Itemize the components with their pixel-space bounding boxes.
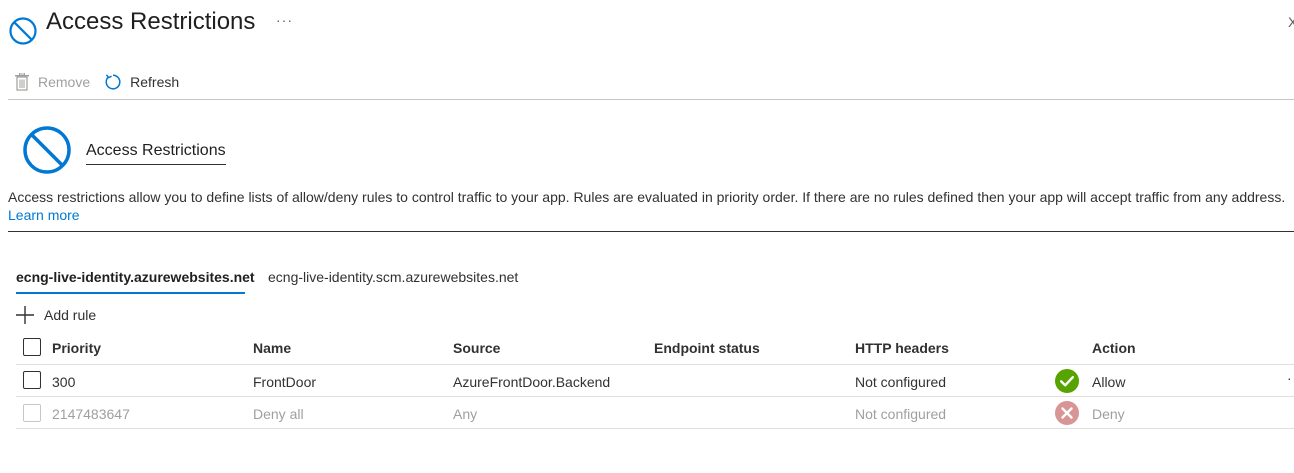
row-divider bbox=[16, 396, 1294, 397]
column-header-http-headers[interactable]: HTTP headers bbox=[855, 340, 949, 356]
column-header-priority[interactable]: Priority bbox=[52, 340, 101, 356]
refresh-icon bbox=[105, 74, 121, 90]
cell-action: Deny bbox=[1092, 406, 1125, 422]
cell-priority: 2147483647 bbox=[52, 406, 130, 422]
row-divider bbox=[16, 428, 1294, 429]
column-header-action[interactable]: Action bbox=[1092, 340, 1136, 356]
tab-scm-site[interactable]: ecng-live-identity.scm.azurewebsites.net bbox=[268, 269, 518, 285]
row-checkbox[interactable] bbox=[23, 371, 41, 389]
cell-name: FrontDoor bbox=[253, 374, 317, 390]
column-header-name[interactable]: Name bbox=[253, 340, 291, 356]
blocked-icon bbox=[9, 17, 37, 45]
cell-source: Any bbox=[453, 406, 478, 422]
column-header-endpoint-status[interactable]: Endpoint status bbox=[654, 340, 760, 356]
page-title: Access Restrictions bbox=[46, 8, 256, 35]
x-circle-icon bbox=[1055, 401, 1079, 425]
remove-button[interactable]: Remove bbox=[14, 73, 90, 91]
cell-source: AzureFrontDoor.Backend bbox=[453, 374, 611, 390]
section-title: Access Restrictions bbox=[86, 142, 226, 165]
cell-action: Allow bbox=[1092, 374, 1126, 390]
learn-more-link[interactable]: Learn more bbox=[8, 207, 80, 223]
blocked-icon bbox=[23, 126, 71, 174]
cell-http-headers: Not configured bbox=[855, 374, 947, 390]
remove-label: Remove bbox=[38, 74, 91, 90]
refresh-label: Refresh bbox=[130, 74, 180, 90]
add-rule-button[interactable]: Add rule bbox=[16, 306, 96, 324]
close-button[interactable]: X bbox=[1288, 14, 1294, 30]
trash-icon bbox=[15, 73, 29, 91]
more-options-button[interactable]: ··· bbox=[276, 12, 293, 28]
row-checkbox bbox=[23, 404, 41, 422]
select-all-checkbox[interactable] bbox=[23, 338, 41, 356]
tab-main-site[interactable]: ecng-live-identity.azurewebsites.net bbox=[16, 269, 255, 285]
command-bar: Remove Refresh bbox=[14, 70, 193, 94]
active-tab-indicator bbox=[16, 292, 245, 294]
add-rule-label: Add rule bbox=[44, 307, 97, 323]
plus-icon bbox=[16, 306, 34, 324]
cell-name: Deny all bbox=[253, 406, 304, 422]
refresh-button[interactable]: Refresh bbox=[104, 73, 179, 91]
section-description: Access restrictions allow you to define … bbox=[8, 189, 1286, 205]
section-divider bbox=[8, 231, 1294, 232]
header-divider bbox=[16, 364, 1294, 365]
row-more-button[interactable]: · bbox=[1287, 370, 1292, 386]
cell-priority: 300 bbox=[52, 374, 76, 390]
cell-http-headers: Not configured bbox=[855, 406, 947, 422]
check-circle-icon bbox=[1055, 369, 1079, 393]
column-header-source[interactable]: Source bbox=[453, 340, 500, 356]
toolbar-divider bbox=[8, 99, 1294, 100]
